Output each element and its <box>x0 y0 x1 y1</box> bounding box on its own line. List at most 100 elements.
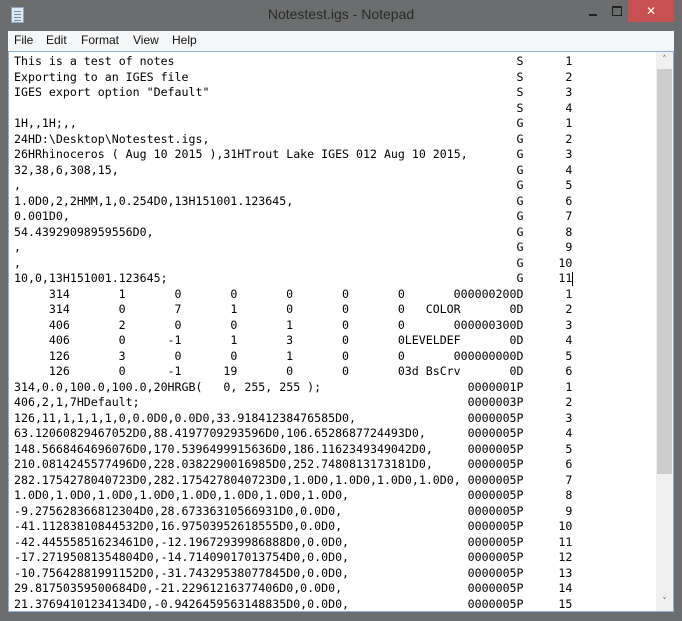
section-letter: P <box>516 565 524 580</box>
line-text: 1.0D0,2,2HMM,1,0.254D0,13H151001.123645, <box>14 193 294 208</box>
text-line[interactable]: 314 0 7 1 0 0 0 COLOR 0 D 2 <box>14 302 573 318</box>
menu-view[interactable]: View <box>133 33 159 47</box>
section-letter: D <box>516 286 524 301</box>
menu-edit[interactable]: Edit <box>46 33 67 47</box>
directory-field: 2 <box>118 317 126 332</box>
sequence-number: 5 <box>565 348 573 363</box>
section-letter: P <box>516 534 524 549</box>
text-line[interactable]: 126 0 -1 19 0 0 03d BsCrv 0 D 6 <box>14 364 573 380</box>
text-line[interactable]: 26HRhinoceros ( Aug 10 2015 ),31HTrout L… <box>14 147 573 163</box>
text-line[interactable]: 210.0814245577496D0,228.0382290016985D0,… <box>14 457 573 473</box>
directory-field: 1 <box>286 348 294 363</box>
directory-field: 00000300 <box>460 317 517 332</box>
document-text[interactable]: This is a test of notes S 1 Exporting to an… <box>14 54 574 612</box>
section-letter: G <box>516 193 524 208</box>
close-button[interactable]: ✕ <box>628 0 674 22</box>
text-line[interactable]: 24HD:\Desktop\Notestest.igs, G 2 <box>14 132 573 148</box>
sequence-number: 2 <box>565 302 573 316</box>
scroll-down-icon[interactable]: ˅ <box>656 594 673 611</box>
title-bar: Notestest.igs - Notepad ✕ <box>0 0 682 31</box>
sequence-number: 2 <box>565 69 573 84</box>
text-line[interactable]: 314 1 0 0 0 0 0 000000200 D 1 <box>14 287 573 303</box>
maximize-button[interactable] <box>606 0 628 22</box>
sequence-number: 11 <box>558 271 573 285</box>
sequence-number: 14 <box>558 581 573 595</box>
sequence-number: 12 <box>558 550 573 564</box>
text-line[interactable]: -42.44555851623461D0,-12.19672939986888D… <box>14 535 573 551</box>
section-letter: P <box>516 379 524 394</box>
directory-field: 0 <box>118 302 126 316</box>
sequence-number: 4 <box>565 333 573 347</box>
text-line[interactable]: 63.12060829467052D0,88.4197709293596D0,1… <box>14 426 573 442</box>
text-line[interactable]: 406 0 -1 1 3 0 0LEVELDEF 0 D 4 <box>14 333 573 349</box>
text-line[interactable]: 0.001D0, G 7 <box>14 209 573 225</box>
directory-field: 0 <box>453 286 461 301</box>
directory-field: 0 <box>174 286 182 301</box>
section-letter: G <box>516 271 524 285</box>
directory-field: 0 <box>230 317 238 332</box>
text-line[interactable]: -41.11283810844532D0,16.97503952618555D0… <box>14 519 573 535</box>
text-line[interactable]: 282.1754278040723D0,282.1754278040723D0,… <box>14 473 573 489</box>
text-line[interactable]: 126,11,1,1,1,1,0,0.0D0,0.0D0,33.91841238… <box>14 411 573 427</box>
line-text: -17.27195081354804D0,-14.71409017013754D… <box>14 550 350 564</box>
menu-format[interactable]: Format <box>81 33 119 47</box>
sequence-number: 6 <box>565 193 573 208</box>
text-line[interactable]: IGES export option "Default" S 3 <box>14 85 573 101</box>
line-text: 1H,,1H;,, <box>14 116 77 130</box>
text-line[interactable]: 1.0D0,2,2HMM,1,0.254D0,13H151001.123645,… <box>14 194 573 210</box>
text-line[interactable]: 21.37694101234134D0,-0.9426459563148835D… <box>14 596 573 612</box>
text-line[interactable]: -17.27195081354804D0,-14.71409017013754D… <box>14 550 573 566</box>
vertical-scrollbar[interactable]: ˄ ˅ <box>656 52 673 611</box>
maximize-icon <box>612 6 622 16</box>
line-content: 29.81750359500684D0,-21.22961216377406D0… <box>14 581 517 597</box>
text-line[interactable]: S4 <box>14 101 573 117</box>
directory-field: 00000000 <box>460 348 517 363</box>
section-letter: G <box>516 147 524 161</box>
line-content: , <box>14 256 517 272</box>
text-line[interactable]: -9.275628366812304D0,28.67336310566931D0… <box>14 504 573 520</box>
directory-field: 0 <box>509 333 517 347</box>
text-line[interactable]: 29.81750359500684D0,-21.22961216377406D0… <box>14 581 573 597</box>
text-line[interactable]: Exporting to an IGES file S 2 <box>14 70 573 86</box>
text-line[interactable]: 10,0,13H151001.123645; G 11 <box>14 271 574 287</box>
line-content: 282.1754278040723D0,282.1754278040723D0,… <box>14 473 517 489</box>
line-content: 32,38,6,308,15, <box>14 163 517 179</box>
scroll-up-icon[interactable]: ˄ <box>656 52 673 69</box>
text-line[interactable]: 406 2 0 0 1 0 0 000000300 D 3 <box>14 318 573 334</box>
menu-help[interactable]: Help <box>172 33 197 47</box>
directory-field: 0 <box>453 317 461 332</box>
line-content: 148.5668464696076D0,170.5396499915636D0,… <box>14 442 517 458</box>
text-line[interactable]: 32,38,6,308,15, G 4 <box>14 163 573 179</box>
line-text: 10,0,13H151001.123645; <box>14 271 168 285</box>
sequence-number: 8 <box>565 224 573 239</box>
section-letter: P <box>516 395 524 409</box>
line-text: 21.37694101234134D0,-0.9426459563148835D… <box>14 596 350 611</box>
line-content: 126,11,1,1,1,1,0,0.0D0,0.0D0,33.91841238… <box>14 411 517 427</box>
text-line[interactable]: 1H,,1H;,, G 1 <box>14 116 573 132</box>
menu-bar: File Edit Format View Help <box>8 31 674 51</box>
text-line[interactable]: 406,2,1,7HDefault; 0000003 P 2 <box>14 395 573 411</box>
text-line[interactable]: , G 5 <box>14 178 573 194</box>
text-line[interactable]: 148.5668464696076D0,170.5396499915636D0,… <box>14 442 573 458</box>
minimize-button[interactable] <box>580 0 606 22</box>
text-line[interactable]: 126 3 0 0 1 0 0 000000000 D 5 <box>14 349 573 365</box>
text-line[interactable]: , G 10 <box>14 256 573 272</box>
section-letter: D <box>516 348 524 363</box>
text-line[interactable]: 1.0D0,1.0D0,1.0D0,1.0D0,1.0D0,1.0D0,1.0D… <box>14 488 573 504</box>
menu-file[interactable]: File <box>14 33 33 47</box>
text-editor[interactable]: This is a test of notes S 1 Exporting to an… <box>8 51 674 612</box>
de-pointer: 0000005 <box>467 519 517 533</box>
text-line[interactable]: 314,0.0,100.0,100.0,20HRGB( 0, 255, 255 … <box>14 380 573 396</box>
text-line[interactable]: 54.43929098959556D0, G 8 <box>14 225 573 241</box>
line-content: 1.0D0,1.0D0,1.0D0,1.0D0,1.0D0,1.0D0,1.0D… <box>14 488 517 504</box>
scroll-thumb[interactable] <box>657 69 672 474</box>
text-line[interactable]: This is a test of notes S 1 <box>14 54 573 70</box>
sequence-number: 2 <box>565 395 573 409</box>
directory-field: 0 <box>341 286 349 301</box>
text-line[interactable]: , G 9 <box>14 240 573 256</box>
sequence-number: 11 <box>558 534 573 549</box>
sequence-number: 5 <box>565 441 573 456</box>
line-content: 1.0D0,2,2HMM,1,0.254D0,13H151001.123645, <box>14 194 517 210</box>
text-line[interactable]: -10.75642881991152D0,-31.74329538077845D… <box>14 566 573 582</box>
section-letter: P <box>516 503 524 518</box>
